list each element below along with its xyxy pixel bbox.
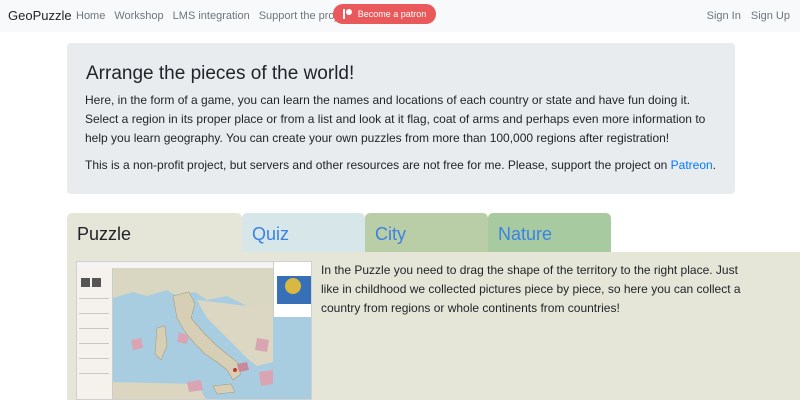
preview-tile [81, 278, 90, 287]
game-tabs: Puzzle Quiz City Nature [67, 213, 611, 253]
puzzle-tab-content: In the Puzzle you need to drag the shape… [67, 252, 800, 400]
preview-sidebar [77, 268, 113, 399]
puzzle-screenshot [76, 261, 312, 400]
patreon-link[interactable]: Patreon [671, 158, 713, 172]
tab-puzzle[interactable]: Puzzle [67, 213, 242, 253]
intro-paragraph: Here, in the form of a game, you can lea… [85, 93, 706, 145]
intro-panel: Arrange the pieces of the world! Here, i… [67, 43, 735, 194]
nav-home[interactable]: Home [76, 10, 105, 22]
tab-quiz[interactable]: Quiz [242, 213, 365, 253]
preview-row [79, 358, 109, 359]
preview-row [79, 328, 109, 329]
brand-logo[interactable]: GeoPuzzle [8, 8, 72, 23]
preview-row [79, 298, 109, 299]
tab-city[interactable]: City [365, 213, 488, 253]
preview-row [79, 343, 109, 344]
puzzle-description: In the Puzzle you need to drag the shape… [321, 263, 741, 315]
coat-of-arms-icon [285, 278, 301, 294]
support-suffix: . [712, 158, 717, 172]
patreon-icon [342, 9, 353, 19]
sign-in-link[interactable]: Sign In [707, 10, 741, 22]
nav-workshop[interactable]: Workshop [114, 10, 163, 22]
nav-lms-integration[interactable]: LMS integration [173, 10, 250, 22]
page-title: Arrange the pieces of the world! [86, 63, 355, 84]
nav-links: Home Workshop LMS integration Support th… [76, 10, 361, 22]
auth-links: Sign In Sign Up [697, 10, 790, 22]
support-paragraph: This is a non-profit project, but server… [85, 156, 717, 175]
preview-row [79, 373, 109, 374]
support-text: This is a non-profit project, but server… [85, 158, 671, 172]
become-patron-label: Become a patron [357, 9, 427, 19]
tab-nature[interactable]: Nature [488, 213, 611, 253]
sign-up-link[interactable]: Sign Up [751, 10, 790, 22]
become-patron-button[interactable]: Become a patron [333, 4, 436, 24]
preview-tile [92, 278, 101, 287]
navbar: GeoPuzzle Home Workshop LMS integration … [0, 0, 800, 32]
preview-row [79, 313, 109, 314]
